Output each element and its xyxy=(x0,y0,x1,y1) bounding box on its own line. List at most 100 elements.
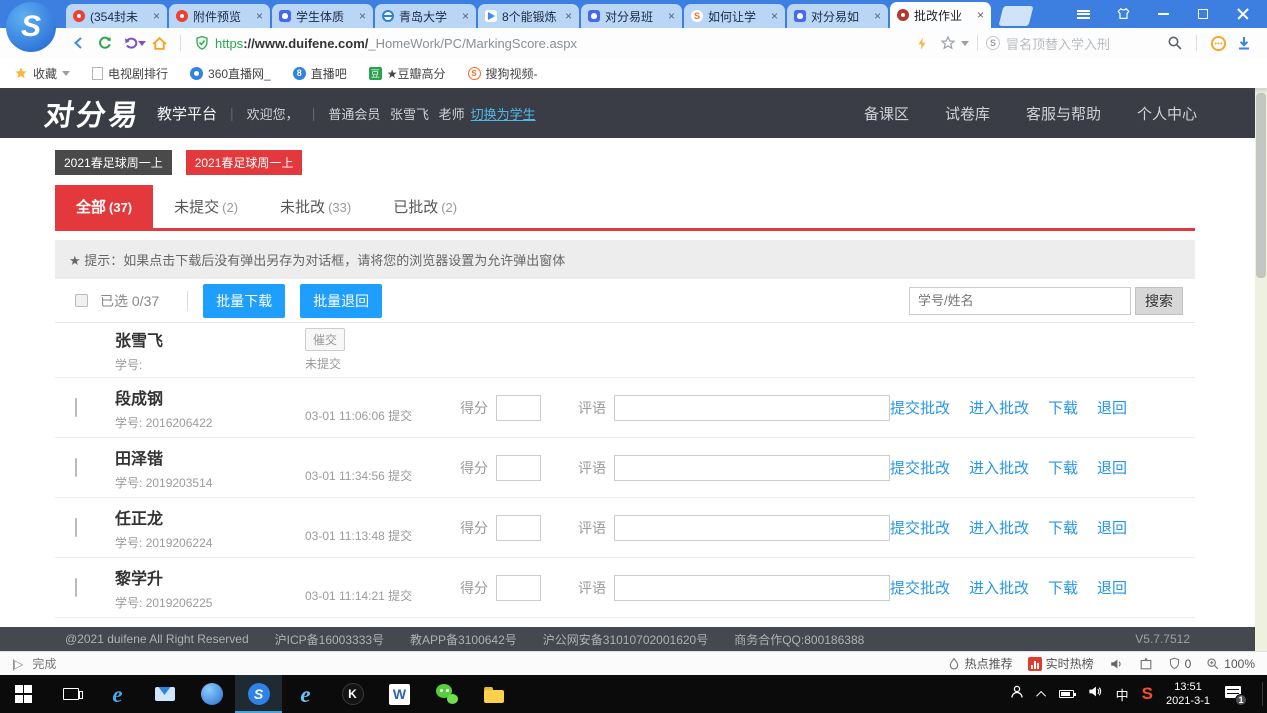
tab-not-submitted[interactable]: 未提交(2) xyxy=(153,185,259,228)
browser-tab-8[interactable]: 对分易如 × xyxy=(787,4,888,28)
bookmark-item[interactable]: 8 直播吧 xyxy=(293,65,347,82)
taskbar-clock[interactable]: 13:51 2021-3-1 xyxy=(1166,680,1210,709)
batch-return-button[interactable]: 批量退回 xyxy=(300,284,382,318)
taskbar-wechat[interactable] xyxy=(423,675,470,713)
home-icon[interactable] xyxy=(146,31,172,55)
comment-input[interactable] xyxy=(614,455,890,481)
hot-recommend-button[interactable]: 热点推荐 xyxy=(947,655,1013,672)
volume-icon[interactable] xyxy=(1087,684,1103,704)
minimize-icon[interactable] xyxy=(1155,6,1171,22)
task-view-button[interactable] xyxy=(47,675,94,713)
urge-submit-button[interactable]: 催交 xyxy=(305,328,345,351)
bookmark-item[interactable]: 豆 ★豆瓣高分 xyxy=(369,65,446,82)
refresh-icon[interactable] xyxy=(92,31,118,55)
submit-marking-link[interactable]: 提交批改 xyxy=(890,517,950,538)
return-link[interactable]: 退回 xyxy=(1097,397,1127,418)
select-all-checkbox[interactable] xyxy=(75,294,88,307)
score-input[interactable] xyxy=(496,455,541,481)
comment-input[interactable] xyxy=(614,395,890,421)
favorite-star-icon[interactable] xyxy=(935,31,961,55)
tab-close-icon[interactable]: × xyxy=(668,9,675,23)
score-input[interactable] xyxy=(496,395,541,421)
zoom-control[interactable]: 100% xyxy=(1206,657,1255,671)
tab-close-icon[interactable]: × xyxy=(565,9,572,23)
start-button[interactable] xyxy=(0,675,47,713)
lightning-icon[interactable] xyxy=(909,31,935,55)
search-suggestion[interactable]: 冒名顶替入学入刑 xyxy=(1006,34,1156,53)
page-scrollbar[interactable] xyxy=(1255,88,1267,651)
taskbar-k-app[interactable]: K xyxy=(329,675,376,713)
enter-marking-link[interactable]: 进入批改 xyxy=(969,397,1029,418)
scrollbar-thumb[interactable] xyxy=(1256,93,1266,278)
browser-tab-3[interactable]: 学生体质 × xyxy=(272,4,373,28)
tab-close-icon[interactable]: × xyxy=(977,8,984,22)
bookmark-item[interactable]: S 搜狗视频- xyxy=(468,65,538,82)
action-center-button[interactable]: 1 xyxy=(1223,684,1245,704)
switch-to-student-link[interactable]: 切换为学生 xyxy=(471,104,536,123)
student-search-input[interactable] xyxy=(909,287,1131,315)
taskbar-blue-app[interactable] xyxy=(188,675,235,713)
tab-close-icon[interactable]: × xyxy=(153,9,160,23)
bookmark-item[interactable]: 电视剧排行 xyxy=(92,65,168,82)
tab-all[interactable]: 全部(37) xyxy=(55,185,153,228)
ime-indicator[interactable]: 中 xyxy=(1116,685,1129,704)
enter-marking-link[interactable]: 进入批改 xyxy=(969,517,1029,538)
class-tag-active[interactable]: 2021春足球周一上 xyxy=(186,150,303,175)
comment-input[interactable] xyxy=(614,575,890,601)
row-checkbox[interactable] xyxy=(75,578,77,597)
tab-close-icon[interactable]: × xyxy=(874,9,881,23)
browser-tab-active[interactable]: 批改作业 × xyxy=(890,2,991,28)
submit-marking-link[interactable]: 提交批改 xyxy=(890,397,950,418)
browser-tab-6[interactable]: 对分易班 × xyxy=(581,4,682,28)
taskbar-word[interactable]: W xyxy=(376,675,423,713)
people-button[interactable] xyxy=(1008,684,1026,705)
class-tag[interactable]: 2021春足球周一上 xyxy=(55,150,172,175)
browser-tab-2[interactable]: 附件预览 × xyxy=(169,4,270,28)
search-button[interactable]: 搜索 xyxy=(1135,287,1183,315)
nav-support[interactable]: 客服与帮助 xyxy=(1026,103,1101,124)
comment-input[interactable] xyxy=(614,515,890,541)
maximize-icon[interactable] xyxy=(1195,6,1211,22)
capture-icon[interactable] xyxy=(1139,657,1153,671)
battery-icon[interactable] xyxy=(1059,690,1074,698)
back-icon[interactable] xyxy=(66,31,92,55)
mute-icon[interactable] xyxy=(1109,657,1124,671)
download-link[interactable]: 下载 xyxy=(1048,517,1078,538)
submit-marking-link[interactable]: 提交批改 xyxy=(890,577,950,598)
tab-close-icon[interactable]: × xyxy=(462,9,469,23)
tab-close-icon[interactable]: × xyxy=(771,9,778,23)
download-link[interactable]: 下载 xyxy=(1048,577,1078,598)
tab-not-marked[interactable]: 未批改(33) xyxy=(259,185,372,228)
browser-menu-icon[interactable] xyxy=(1075,6,1091,22)
batch-download-button[interactable]: 批量下载 xyxy=(203,284,285,318)
enter-marking-link[interactable]: 进入批改 xyxy=(969,457,1029,478)
show-desktop-button[interactable] xyxy=(1262,682,1263,706)
return-link[interactable]: 退回 xyxy=(1097,577,1127,598)
adblock-counter[interactable]: 0 xyxy=(1168,657,1192,671)
search-icon[interactable] xyxy=(1162,31,1188,55)
return-link[interactable]: 退回 xyxy=(1097,457,1127,478)
nav-prepare[interactable]: 备课区 xyxy=(864,103,909,124)
sogou-browser-logo-icon[interactable]: S xyxy=(6,2,56,52)
nav-personal-center[interactable]: 个人中心 xyxy=(1137,103,1197,124)
submit-marking-link[interactable]: 提交批改 xyxy=(890,457,950,478)
tab-marked[interactable]: 已批改(2) xyxy=(372,185,478,228)
browser-tab-5[interactable]: 8个能锻炼 × xyxy=(478,4,579,28)
row-checkbox[interactable] xyxy=(75,518,77,537)
enter-marking-link[interactable]: 进入批改 xyxy=(969,577,1029,598)
taskbar-sogou-browser[interactable]: S xyxy=(235,675,282,713)
nav-exam-bank[interactable]: 试卷库 xyxy=(945,103,990,124)
skin-icon[interactable] xyxy=(1115,6,1131,22)
browser-tab-1[interactable]: (354封未 × xyxy=(66,4,167,28)
return-link[interactable]: 退回 xyxy=(1097,517,1127,538)
close-icon[interactable] xyxy=(1235,6,1251,22)
download-link[interactable]: 下载 xyxy=(1048,457,1078,478)
tab-close-icon[interactable]: × xyxy=(359,9,366,23)
row-checkbox[interactable] xyxy=(75,458,77,477)
tab-close-icon[interactable]: × xyxy=(256,9,263,23)
favorites-menu[interactable]: 收藏 xyxy=(14,65,70,82)
browser-tab-4[interactable]: 青岛大学 × xyxy=(375,4,476,28)
download-link[interactable]: 下载 xyxy=(1048,397,1078,418)
taskbar-explorer[interactable] xyxy=(470,675,517,713)
taskbar-ie-2[interactable]: e xyxy=(282,675,329,713)
